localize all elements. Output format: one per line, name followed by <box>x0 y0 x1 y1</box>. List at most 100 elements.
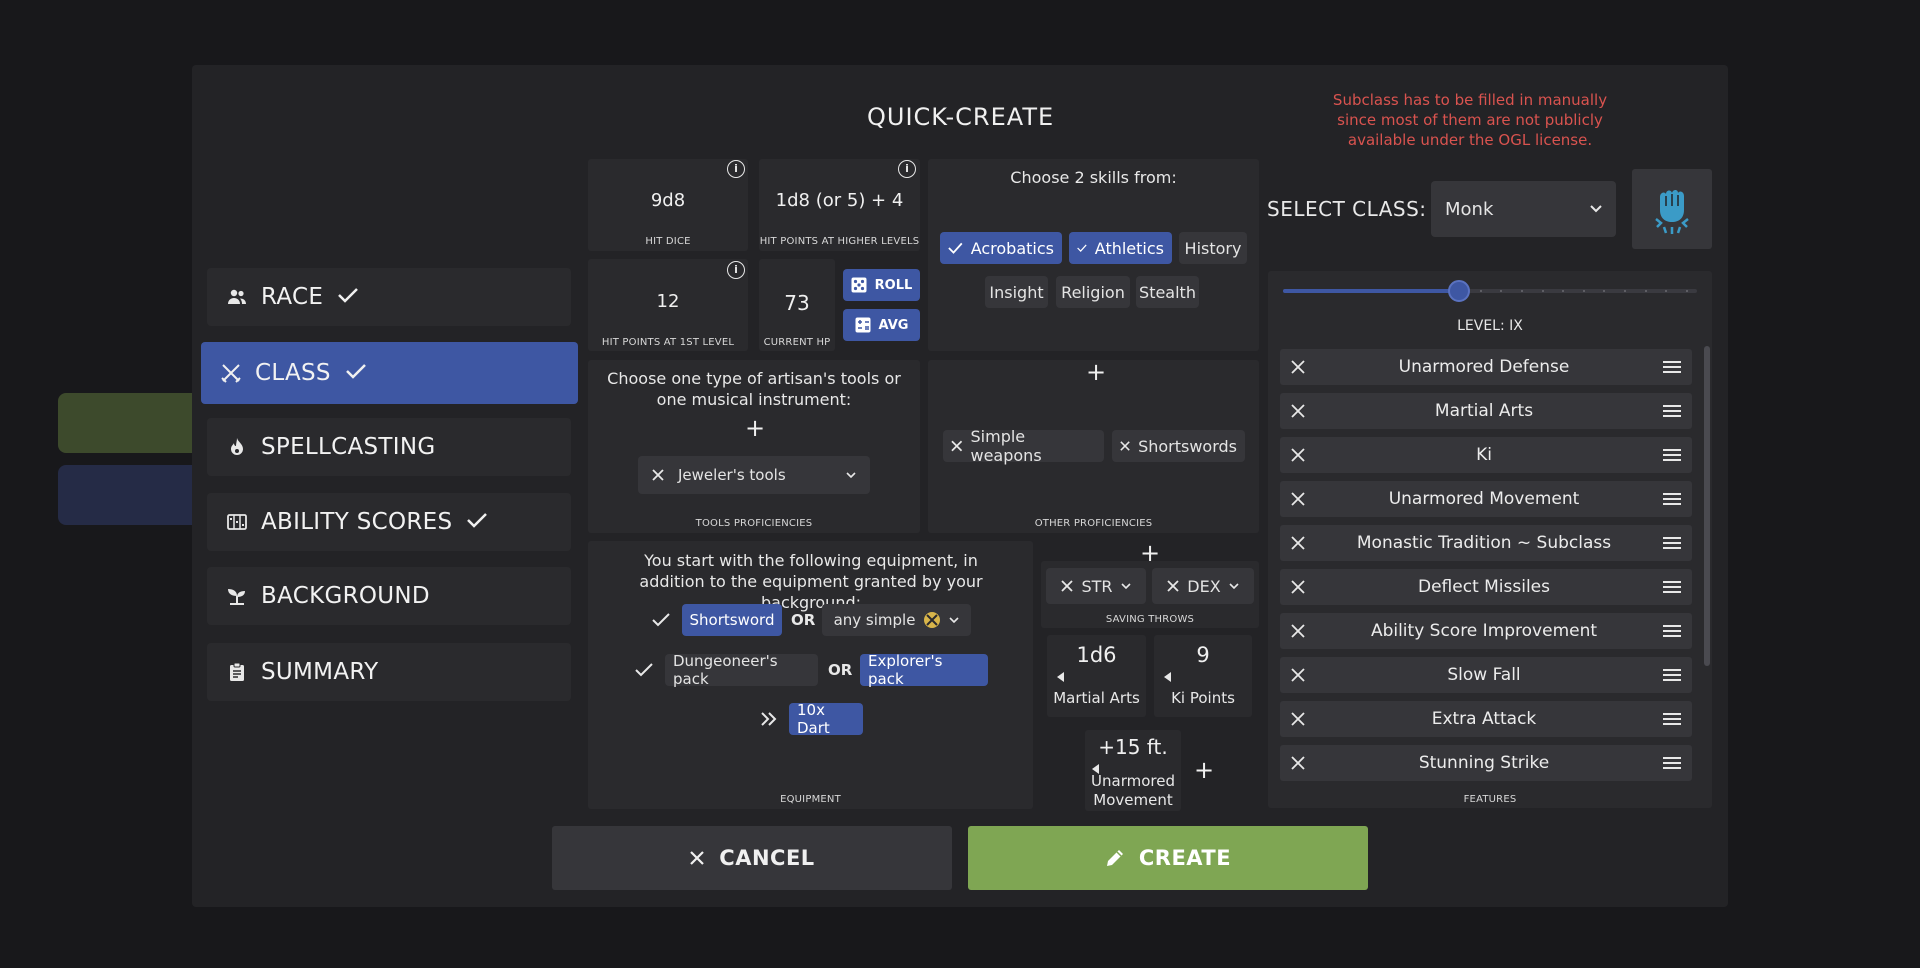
add-tool-button[interactable]: + <box>745 416 765 440</box>
remove-icon[interactable] <box>1280 536 1316 550</box>
drag-handle-icon[interactable] <box>1652 536 1692 550</box>
add-class-stat-button[interactable]: + <box>1194 758 1214 782</box>
drag-handle-icon[interactable] <box>1652 492 1692 506</box>
skill-stealth[interactable]: Stealth <box>1136 276 1199 308</box>
drag-handle-icon[interactable] <box>1652 404 1692 418</box>
class-stat-value: +15 ft. <box>1098 735 1168 759</box>
skill-religion[interactable]: Religion <box>1056 276 1130 308</box>
check-icon <box>466 511 488 533</box>
slider-tick <box>1665 290 1667 292</box>
feature-name: Stunning Strike <box>1418 753 1550 773</box>
drag-handle-icon[interactable] <box>1652 360 1692 374</box>
nav-label: RACE <box>261 284 324 310</box>
equip-explorers-pack[interactable]: Explorer's pack <box>860 652 988 688</box>
equip-label: Explorer's pack <box>868 652 943 688</box>
feature-item[interactable]: Stunning Strike <box>1280 745 1692 781</box>
add-proficiency-button[interactable]: + <box>1086 360 1106 384</box>
feature-item[interactable]: Unarmored Movement <box>1280 481 1692 517</box>
tool-select[interactable]: Jeweler's tools <box>638 456 870 494</box>
roll-label: ROLL <box>874 277 913 293</box>
feature-item[interactable]: Ability Score Improvement <box>1280 613 1692 649</box>
arrow-left-icon[interactable] <box>1164 672 1172 682</box>
class-stat-value: 1d6 <box>1076 643 1117 667</box>
skill-history[interactable]: History <box>1179 232 1247 264</box>
slider-thumb[interactable] <box>1448 280 1470 302</box>
feature-name: Unarmored Movement <box>1388 489 1580 509</box>
other-prof-caption: OTHER PROFICIENCIES <box>1034 518 1153 529</box>
equip-dart[interactable]: 10x Dart <box>789 701 863 737</box>
current-hp-value: 73 <box>784 291 810 315</box>
class-stat-label: Ki Points <box>1171 689 1235 707</box>
prof-simple-weapons[interactable]: Simple weapons <box>943 427 1104 465</box>
create-button[interactable]: CREATE <box>968 826 1368 890</box>
drag-handle-icon[interactable] <box>1652 624 1692 638</box>
feature-item[interactable]: Monastic Tradition ~ Subclass <box>1280 525 1692 561</box>
feature-item[interactable]: Unarmored Defense <box>1280 349 1692 385</box>
drag-handle-icon[interactable] <box>1652 580 1692 594</box>
equip-any-simple-select[interactable]: any simple <box>822 604 971 636</box>
feature-name: Ability Score Improvement <box>1370 621 1598 641</box>
close-icon <box>652 469 664 481</box>
equipment-caption: EQUIPMENT <box>780 794 841 805</box>
skill-athletics[interactable]: Athletics <box>1069 232 1172 264</box>
avg-label: AVG <box>878 317 909 333</box>
info-icon[interactable]: i <box>727 160 745 178</box>
feature-item[interactable]: Martial Arts <box>1280 393 1692 429</box>
nav-item-race[interactable]: RACE <box>207 268 571 326</box>
saving-throw-dex[interactable]: DEX <box>1152 568 1254 604</box>
prof-label: Simple weapons <box>970 427 1042 465</box>
saving-throws-caption: SAVING THROWS <box>1105 614 1195 625</box>
cancel-button[interactable]: CANCEL <box>552 826 952 890</box>
nav-item-spellcasting[interactable]: SPELLCASTING <box>207 418 571 476</box>
close-icon <box>1167 580 1179 592</box>
level-slider[interactable] <box>1283 280 1697 302</box>
slider-tick <box>1583 290 1585 292</box>
feature-item[interactable]: Deflect Missiles <box>1280 569 1692 605</box>
nav-item-background[interactable]: BACKGROUND <box>207 567 571 625</box>
prof-shortswords[interactable]: Shortswords <box>1112 430 1245 462</box>
skill-label: Athletics <box>1094 238 1164 258</box>
class-select-value: Monk <box>1445 198 1494 220</box>
hit-dice-panel: i 9d8 HIT DICE <box>588 159 748 251</box>
current-hp-panel: 73 CURRENT HP <box>759 259 835 351</box>
nav-item-ability-scores[interactable]: ABILITY SCORES <box>207 493 571 551</box>
features-scrollbar[interactable] <box>1704 346 1710 666</box>
avg-button[interactable]: AVG <box>843 309 920 341</box>
remove-icon[interactable] <box>1280 712 1316 726</box>
class-image <box>1632 169 1712 249</box>
nav-label: SUMMARY <box>261 659 379 685</box>
equip-dungeoneers-pack[interactable]: Dungeoneer's pack <box>665 652 818 688</box>
nav-item-class[interactable]: CLASS <box>201 342 578 404</box>
check-icon <box>345 362 367 384</box>
drag-handle-icon[interactable] <box>1652 756 1692 770</box>
info-icon[interactable]: i <box>727 261 745 279</box>
skill-acrobatics[interactable]: Acrobatics <box>940 232 1062 264</box>
arrow-left-icon[interactable] <box>1057 672 1065 682</box>
saving-throw-str[interactable]: STR <box>1046 568 1146 604</box>
skill-insight[interactable]: Insight <box>985 276 1048 308</box>
feature-name: Extra Attack <box>1431 709 1537 729</box>
remove-icon[interactable] <box>1280 492 1316 506</box>
info-icon[interactable]: i <box>898 160 916 178</box>
class-stat-label: Martial Arts <box>1053 689 1140 707</box>
class-select[interactable]: Monk <box>1431 181 1616 237</box>
feature-item[interactable]: Slow Fall <box>1280 657 1692 693</box>
remove-icon[interactable] <box>1280 624 1316 638</box>
remove-icon[interactable] <box>1280 668 1316 682</box>
drag-handle-icon[interactable] <box>1652 668 1692 682</box>
drag-handle-icon[interactable] <box>1652 712 1692 726</box>
remove-icon[interactable] <box>1280 580 1316 594</box>
chevron-down-icon <box>949 617 959 623</box>
remove-icon[interactable] <box>1280 404 1316 418</box>
remove-icon[interactable] <box>1280 360 1316 374</box>
feature-item[interactable]: Extra Attack <box>1280 701 1692 737</box>
nav-item-summary[interactable]: SUMMARY <box>207 643 571 701</box>
feature-item[interactable]: Ki <box>1280 437 1692 473</box>
remove-icon[interactable] <box>1280 448 1316 462</box>
drag-handle-icon[interactable] <box>1652 448 1692 462</box>
equip-label: 10x Dart <box>797 701 830 737</box>
roll-button[interactable]: ROLL <box>843 269 920 301</box>
prof-label: Shortswords <box>1138 436 1237 456</box>
equip-shortsword[interactable]: Shortsword <box>682 604 782 636</box>
remove-icon[interactable] <box>1280 756 1316 770</box>
